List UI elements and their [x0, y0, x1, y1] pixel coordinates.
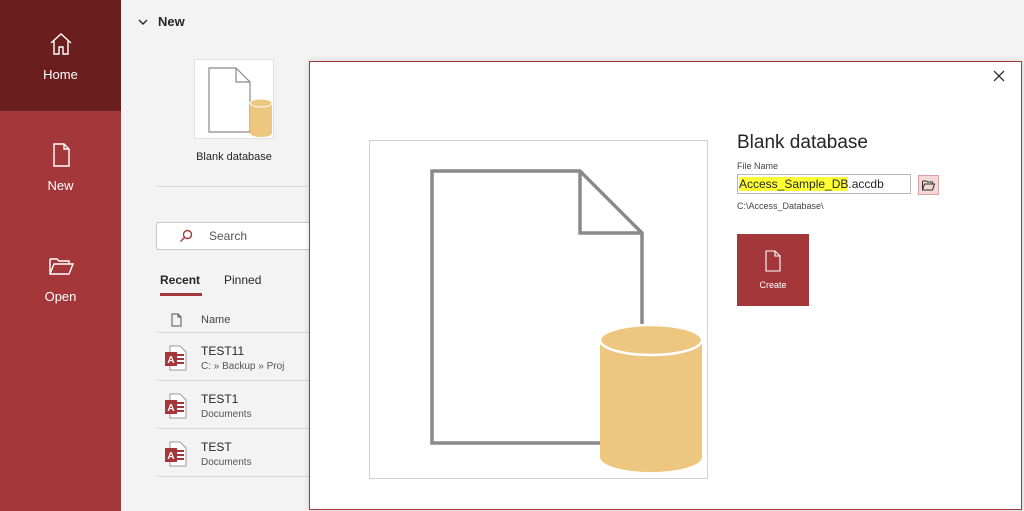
file-name-field[interactable]: Access_Sample_DB.accdb: [737, 174, 911, 194]
folder-open-icon: [922, 180, 935, 190]
search-input[interactable]: Search: [156, 222, 316, 250]
sidebar: Home New Open: [0, 0, 121, 511]
blank-database-dialog: Blank database File Name Access_Sample_D…: [309, 61, 1022, 510]
sidebar-item-label: Open: [44, 288, 77, 304]
database-preview: [369, 140, 708, 479]
access-file-icon: A: [165, 441, 187, 467]
tab-pinned[interactable]: Pinned: [224, 273, 261, 287]
create-button-label: Create: [759, 280, 787, 290]
search-icon: [180, 229, 193, 242]
sidebar-item-label: Home: [43, 66, 78, 82]
file-name: TEST: [201, 440, 232, 454]
folder-open-icon: [48, 257, 74, 275]
file-list-header: Name: [157, 307, 317, 333]
blank-database-template[interactable]: [194, 59, 274, 139]
file-name-selected-text: Access_Sample_DB: [739, 177, 849, 191]
svg-text:A: A: [167, 403, 174, 414]
sidebar-item-new[interactable]: New: [0, 111, 121, 222]
close-icon[interactable]: [991, 68, 1007, 84]
recent-file-row[interactable]: A TEST Documents: [157, 429, 317, 477]
file-name: TEST1: [201, 392, 239, 406]
chevron-down-icon: [138, 19, 148, 25]
sidebar-item-open[interactable]: Open: [0, 222, 121, 333]
blank-database-icon: [208, 67, 273, 137]
save-location-path: C:\Access_Database\: [737, 201, 824, 211]
sidebar-item-label: New: [47, 177, 74, 193]
home-icon: [50, 32, 71, 55]
svg-text:A: A: [167, 355, 174, 366]
recent-file-row[interactable]: A TEST1 Documents: [157, 381, 317, 429]
sidebar-item-home[interactable]: Home: [0, 0, 121, 111]
file-name: TEST11: [201, 344, 245, 358]
recent-file-row[interactable]: A TEST11 C: » Backup » Proj: [157, 333, 317, 381]
access-file-icon: A: [165, 393, 187, 419]
browse-folder-button[interactable]: [918, 175, 939, 195]
file-path: C: » Backup » Proj: [201, 361, 285, 372]
file-path: Documents: [201, 409, 252, 420]
column-header-name: Name: [201, 313, 231, 326]
search-placeholder: Search: [209, 229, 248, 243]
file-name-extension: .accdb: [848, 177, 884, 191]
blank-database-label: Blank database: [196, 151, 272, 163]
file-path: Documents: [201, 457, 252, 468]
divider: [157, 186, 307, 187]
tab-recent[interactable]: Recent: [160, 273, 203, 296]
blank-database-large-icon: [430, 169, 704, 472]
section-header-new[interactable]: New: [137, 14, 185, 29]
new-document-icon: [765, 250, 781, 272]
create-button[interactable]: Create: [737, 234, 809, 306]
svg-text:A: A: [167, 451, 174, 462]
dialog-title: Blank database: [737, 132, 868, 153]
section-title: New: [158, 14, 185, 29]
new-document-icon: [52, 142, 70, 167]
access-file-icon: A: [165, 345, 187, 371]
file-name-label: File Name: [737, 161, 779, 171]
file-type-icon: [171, 313, 182, 326]
